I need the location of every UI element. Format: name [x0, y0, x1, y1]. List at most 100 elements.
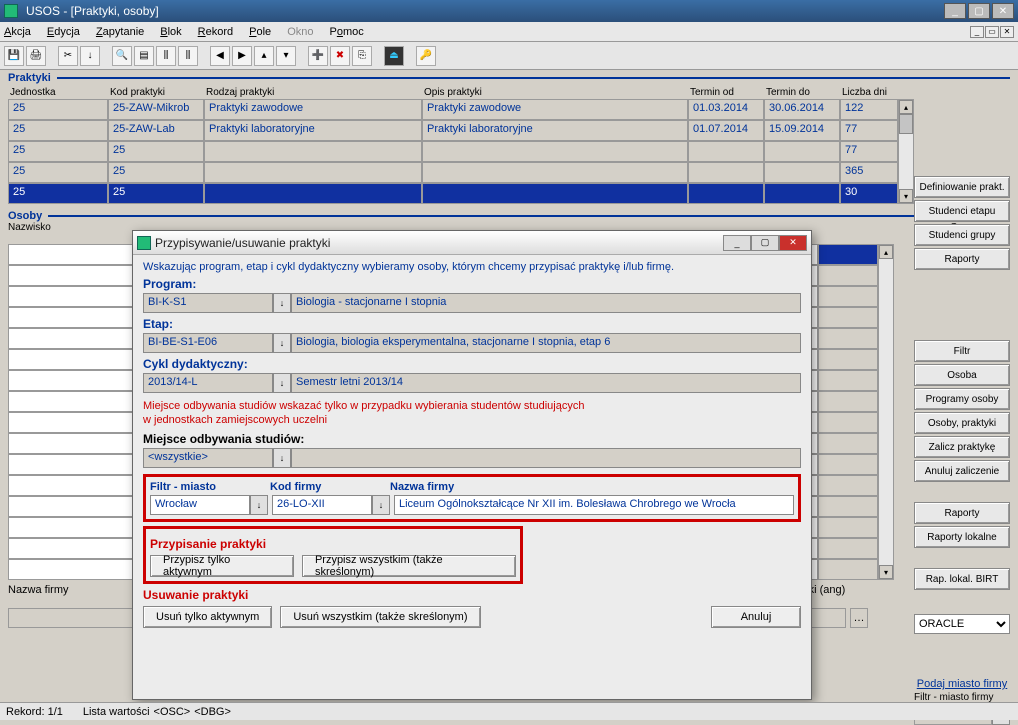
drop-program[interactable]: ↓ — [273, 293, 291, 313]
btn-usun-aktywnym[interactable]: Usuń tylko aktywnym — [143, 606, 272, 628]
btn-def-prakt[interactable]: Definiowanie prakt. — [914, 176, 1010, 198]
tool-print-icon[interactable]: 🖨 — [26, 46, 46, 66]
drop-kod-firmy[interactable]: ↓ — [372, 495, 390, 515]
group-przypisanie: Przypisanie praktyki Przypisz tylko akty… — [143, 526, 523, 584]
tool-exit-icon[interactable]: ⏏ — [384, 46, 404, 66]
tool-delete-icon[interactable]: ✖ — [330, 46, 350, 66]
btn-raporty-lokalne[interactable]: Raporty lokalne — [914, 526, 1010, 548]
desc-nazwa-firmy: Liceum Ogólnokształcące Nr XII im. Boles… — [394, 495, 794, 515]
drop-miejsce[interactable]: ↓ — [273, 448, 291, 468]
dialog-instruct: Wskazując program, etap i cykl dydaktycz… — [143, 261, 801, 273]
table-row[interactable]: 252577 — [8, 141, 898, 162]
btn-usun-wszystkim[interactable]: Usuń wszystkim (także skreślonym) — [280, 606, 480, 628]
dialog-warning: Miejsce odbywania studiów wskazać tylko … — [143, 399, 801, 428]
tool-add-icon[interactable]: ➕ — [308, 46, 328, 66]
tool-down1-icon[interactable]: ↓ — [80, 46, 100, 66]
input-miasto[interactable]: Wrocław — [150, 495, 250, 515]
desc-cykl: Semestr letni 2013/14 — [291, 373, 801, 393]
scroll-down-icon[interactable]: ▾ — [899, 189, 913, 203]
footer-ellipsis3[interactable]: … — [850, 608, 868, 628]
menu-akcja[interactable]: AAkcjakcja — [4, 26, 31, 38]
dialog-przypisywanie: Przypisywanie/usuwanie praktyki _ ▢ ✕ Ws… — [132, 230, 812, 700]
menu-rekord[interactable]: Rekord — [198, 26, 233, 38]
maximize-button[interactable]: ▢ — [968, 3, 990, 19]
btn-anuluj-zal[interactable]: Anuluj zaliczenie — [914, 460, 1010, 482]
status-dbg: <DBG> — [194, 706, 231, 718]
scrollbar-praktyki[interactable]: ▴ ▾ — [898, 99, 914, 204]
lbl-etap: Etap: — [143, 317, 801, 331]
input-cykl[interactable]: 2013/14-L — [143, 373, 273, 393]
drop-miasto[interactable]: ↓ — [250, 495, 268, 515]
btn-anuluj[interactable]: Anuluj — [711, 606, 801, 628]
tool-chart3-icon[interactable]: ⫼ — [178, 46, 198, 66]
btn-raporty[interactable]: Raporty — [914, 248, 1010, 270]
btn-osoby-praktyki[interactable]: Osoby, praktyki — [914, 412, 1010, 434]
btn-zalicz[interactable]: Zalicz praktykę — [914, 436, 1010, 458]
tool-first-icon[interactable]: ◀ — [210, 46, 230, 66]
drop-etap[interactable]: ↓ — [273, 333, 291, 353]
btn-stud-etapu[interactable]: Studenci etapu — [914, 200, 1010, 222]
btn-rap-birt[interactable]: Rap. lokal. BIRT — [914, 568, 1010, 590]
tool-cut-icon[interactable]: ✂ — [58, 46, 78, 66]
tool-chart2-icon[interactable]: ⫼ — [156, 46, 176, 66]
table-row[interactable]: 2525365 — [8, 162, 898, 183]
dialog-title: Przypisywanie/usuwanie praktyki — [151, 236, 723, 250]
input-kod-firmy[interactable]: 26-LO-XII — [272, 495, 372, 515]
status-osc: <OSC> — [154, 706, 191, 718]
table-row-selected[interactable]: 252530 — [8, 183, 898, 204]
btn-przypisz-aktywnym[interactable]: Przypisz tylko aktywnym — [150, 555, 294, 577]
input-miejsce[interactable]: <wszystkie> — [143, 448, 273, 468]
tool-last-icon[interactable]: ▶ — [232, 46, 252, 66]
btn-osoba[interactable]: Osoba — [914, 364, 1010, 386]
menu-okno: Okno — [287, 26, 313, 38]
lbl-cykl: Cykl dydaktyczny: — [143, 357, 801, 371]
btn-raporty2[interactable]: Raporty — [914, 502, 1010, 524]
menu-pomoc[interactable]: Pomoc — [329, 26, 363, 38]
menu-edycja[interactable]: Edycja — [47, 26, 80, 38]
table-row[interactable]: 2525-ZAW-LabPraktyki laboratoryjnePrakty… — [8, 120, 898, 141]
scrollbar-osoby[interactable]: ▴ ▾ — [878, 244, 894, 580]
dialog-maximize[interactable]: ▢ — [751, 235, 779, 251]
tool-save-icon[interactable]: 💾 — [4, 46, 24, 66]
input-program[interactable]: BI-K-S1 — [143, 293, 273, 313]
section-praktyki: Praktyki — [8, 72, 1010, 84]
tool-up-icon[interactable]: ▴ — [254, 46, 274, 66]
tool-search-icon[interactable]: 🔍 — [112, 46, 132, 66]
table-row[interactable]: 2525-ZAW-MikrobPraktyki zawodowePraktyki… — [8, 99, 898, 120]
input-etap[interactable]: BI-BE-S1-E06 — [143, 333, 273, 353]
btn-filtr[interactable]: Filtr — [914, 340, 1010, 362]
scroll-down-icon[interactable]: ▾ — [879, 565, 893, 579]
scroll-up-icon[interactable]: ▴ — [879, 245, 893, 259]
close-button[interactable]: ✕ — [992, 3, 1014, 19]
tool-dup-icon[interactable]: ⎘ — [352, 46, 372, 66]
content: Praktyki Jednostka Kod praktyki Rodzaj p… — [0, 70, 1018, 702]
db-select[interactable]: ORACLE — [914, 614, 1010, 634]
mdi-minimize[interactable]: _ — [970, 26, 984, 38]
lbl-program: Program: — [143, 277, 801, 291]
mdi-restore[interactable]: ▭ — [985, 26, 999, 38]
statusbar: Rekord: 1/1 Lista wartości <OSC> <DBG> — [0, 702, 1018, 720]
tool-key-icon[interactable]: 🔑 — [416, 46, 436, 66]
scroll-up-icon[interactable]: ▴ — [899, 100, 913, 114]
tool-chart1-icon[interactable]: ▤ — [134, 46, 154, 66]
menu-pole[interactable]: Pole — [249, 26, 271, 38]
lbl-miejsce: Miejsce odbywania studiów: — [143, 432, 801, 446]
dialog-icon — [137, 236, 151, 250]
btn-przypisz-wszystkim[interactable]: Przypisz wszystkim (także skreślonym) — [302, 555, 516, 577]
desc-etap: Biologia, biologia eksperymentalna, stac… — [291, 333, 801, 353]
link-podaj-miasto[interactable]: Podaj miasto firmy — [914, 678, 1010, 690]
drop-cykl[interactable]: ↓ — [273, 373, 291, 393]
menu-blok[interactable]: Blok — [160, 26, 181, 38]
dialog-close[interactable]: ✕ — [779, 235, 807, 251]
btn-programy-osoby[interactable]: Programy osoby — [914, 388, 1010, 410]
tool-down-icon[interactable]: ▾ — [276, 46, 296, 66]
hdr-filtr-miasto: Filtr - miasto — [150, 481, 258, 493]
btn-stud-grupy[interactable]: Studenci grupy — [914, 224, 1010, 246]
mdi-close[interactable]: ✕ — [1000, 26, 1014, 38]
minimize-button[interactable]: _ — [944, 3, 966, 19]
hdr-kod-firmy: Kod firmy — [270, 481, 378, 493]
grid-header-praktyki: Jednostka Kod praktyki Rodzaj praktyki O… — [8, 86, 1010, 99]
section-osoby: Osoby — [8, 210, 1010, 222]
menu-zapytanie[interactable]: Zapytanie — [96, 26, 144, 38]
dialog-minimize[interactable]: _ — [723, 235, 751, 251]
